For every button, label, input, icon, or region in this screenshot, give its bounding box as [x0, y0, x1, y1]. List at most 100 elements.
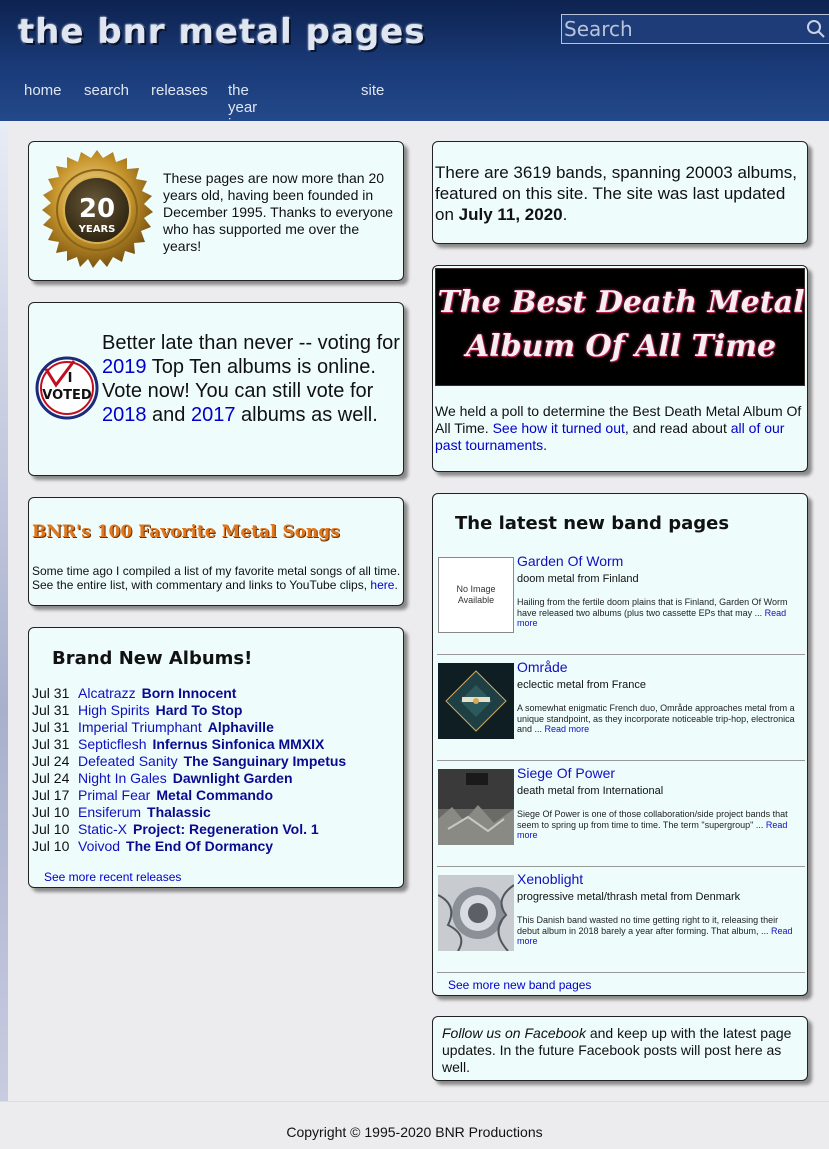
album-row: Jul 31 High Spirits Hard To Stop — [32, 702, 402, 719]
album-date: Jul 31 — [32, 719, 70, 735]
band-entry: Xenoblight progressive metal/thrash meta… — [433, 867, 809, 973]
album-band-link[interactable]: High Spirits — [78, 702, 150, 718]
album-band-link[interactable]: Night In Gales — [78, 770, 167, 786]
seal-word: YEARS — [78, 224, 116, 235]
poll-banner-line: The Best Death Metal — [437, 285, 805, 320]
album-row: Jul 10 Voivod The End Of Dormancy — [32, 838, 402, 855]
band-thumbnail-image[interactable] — [438, 769, 514, 845]
album-date: Jul 31 — [32, 685, 70, 701]
see-more-band-pages-link[interactable]: See more new band pages — [448, 978, 591, 992]
album-title-link[interactable]: Infernus Sinfonica MMXIX — [152, 736, 324, 752]
band-name-link[interactable]: Område — [517, 659, 568, 675]
poll-banner-line: Album Of All Time — [465, 329, 777, 364]
see-more-releases-link[interactable]: See more recent releases — [44, 870, 181, 884]
band-name-link[interactable]: Siege Of Power — [517, 765, 615, 781]
poll-text-part: . — [543, 437, 548, 453]
badge-word-i: I — [68, 371, 73, 386]
album-date: Jul 10 — [32, 804, 70, 820]
nav-home[interactable]: home — [24, 82, 62, 99]
copyright-text: Copyright © 1995-2020 BNR Productions — [286, 1124, 543, 1140]
band-entry: Område eclectic metal from France A some… — [433, 655, 809, 761]
band-genre: doom metal from Finland — [517, 573, 639, 585]
search-box[interactable] — [561, 14, 829, 44]
album-date: Jul 10 — [32, 838, 70, 854]
album-title-link[interactable]: Thalassic — [147, 804, 211, 820]
band-desc-text: This Danish band wasted no time getting … — [517, 915, 779, 936]
band-description: Hailing from the fertile doom plains tha… — [517, 597, 799, 629]
site-footer: Copyright © 1995-2020 BNR Productions — [0, 1101, 829, 1149]
no-image-text: No Image Available — [456, 584, 496, 605]
poll-text: We held a poll to determine the Best Dea… — [435, 403, 805, 454]
band-genre: eclectic metal from France — [517, 679, 646, 691]
vote-2019-link[interactable]: 2019 — [102, 356, 147, 378]
band-entry: Siege Of Power death metal from Internat… — [433, 761, 809, 867]
album-band-link[interactable]: Alcatrazz — [78, 685, 136, 701]
facebook-link[interactable]: Follow us on Facebook — [442, 1025, 586, 1041]
left-gradient-strip — [0, 121, 8, 1101]
album-row: Jul 31 Imperial Triumphant Alphaville — [32, 719, 402, 736]
album-title-link[interactable]: Metal Commando — [156, 787, 273, 803]
poll-results-link[interactable]: See how it turned out — [493, 420, 625, 436]
band-thumbnail-image[interactable] — [438, 663, 514, 739]
album-date: Jul 24 — [32, 753, 70, 769]
album-date: Jul 31 — [32, 702, 70, 718]
band-description: This Danish band wasted no time getting … — [517, 915, 799, 947]
site-header: the bnr metal pages home search releases… — [0, 0, 829, 150]
album-row: Jul 31 Septicflesh Infernus Sinfonica MMXI… — [32, 736, 402, 753]
favorite-songs-box: BNR's 100 Favorite Metal Songs Some time… — [28, 497, 404, 606]
album-title-link[interactable]: The End Of Dormancy — [126, 838, 273, 854]
site-logo[interactable]: the bnr metal pages — [18, 12, 426, 52]
favorite-songs-here-link[interactable]: here — [370, 578, 394, 592]
nav-releases[interactable]: releases — [151, 82, 208, 99]
album-band-link[interactable]: Imperial Triumphant — [78, 719, 202, 735]
badge-word-voted: VOTED — [42, 388, 92, 403]
band-description: Siege Of Power is one of those collabora… — [517, 809, 799, 841]
vote-2018-link[interactable]: 2018 — [102, 404, 147, 426]
favorite-songs-desc: Some time ago I compiled a list of my fa… — [32, 564, 401, 592]
band-genre: death metal from International — [517, 785, 664, 797]
read-more-link[interactable]: Read more — [545, 724, 590, 734]
album-band-link[interactable]: Septicflesh — [78, 736, 146, 752]
band-name-link[interactable]: Garden Of Worm — [517, 553, 623, 569]
death-metal-poll-box: The Best Death Metal Album Of All Time W… — [432, 265, 808, 472]
last-updated-date: July 11, 2020 — [458, 205, 563, 224]
album-band-link[interactable]: Defeated Sanity — [78, 753, 178, 769]
album-band-link[interactable]: Voivod — [78, 838, 120, 854]
album-date: Jul 10 — [32, 821, 70, 837]
band-description: A somewhat enigmatic French duo, Område … — [517, 703, 799, 735]
stats-text-part: . — [562, 205, 568, 224]
album-title-link[interactable]: Dawnlight Garden — [173, 770, 293, 786]
album-date: Jul 24 — [32, 770, 70, 786]
band-name-link[interactable]: Xenoblight — [517, 871, 583, 887]
site-stats-text: There are 3619 bands, spanning 20003 alb… — [435, 162, 805, 225]
album-band-link[interactable]: Static-X — [78, 821, 127, 837]
nav-site[interactable]: site — [361, 82, 384, 99]
brand-new-albums-title: Brand New Albums! — [52, 648, 253, 669]
favorite-songs-end: . — [394, 578, 398, 592]
album-band-link[interactable]: Ensiferum — [78, 804, 141, 820]
vote-2017-link[interactable]: 2017 — [191, 404, 236, 426]
album-row: Jul 24 Night In Gales Dawnlight Garden — [32, 770, 402, 787]
nav-search[interactable]: search — [84, 82, 129, 99]
poll-banner[interactable]: The Best Death Metal Album Of All Time — [435, 268, 805, 386]
album-title-link[interactable]: Project: Regeneration Vol. 1 — [133, 821, 319, 837]
album-row: Jul 31 Alcatrazz Born Innocent — [32, 685, 402, 702]
album-title-link[interactable]: Hard To Stop — [156, 702, 243, 718]
band-thumbnail-image[interactable] — [438, 875, 514, 951]
album-row: Jul 10 Static-X Project: Regeneration Vol.… — [32, 821, 402, 838]
album-title-link[interactable]: The Sanguinary Impetus — [184, 753, 347, 769]
no-image-placeholder[interactable]: No Image Available — [438, 557, 514, 633]
search-input[interactable] — [562, 15, 802, 43]
voting-text-part: Better late than never -- voting for — [102, 332, 400, 354]
album-title-link[interactable]: Alphaville — [208, 719, 274, 735]
voting-text: Better late than never -- voting for 201… — [102, 331, 400, 427]
album-title-link[interactable]: Born Innocent — [142, 685, 237, 701]
band-desc-text: Hailing from the fertile doom plains tha… — [517, 597, 788, 618]
favorite-songs-title[interactable]: BNR's 100 Favorite Metal Songs — [32, 522, 340, 542]
voting-text-part: albums as well. — [235, 404, 378, 426]
album-band-link[interactable]: Primal Fear — [78, 787, 150, 803]
i-voted-badge-icon: I VOTED — [35, 356, 99, 420]
album-date: Jul 31 — [32, 736, 70, 752]
latest-band-pages-title: The latest new band pages — [455, 513, 730, 534]
search-icon[interactable] — [806, 19, 826, 39]
